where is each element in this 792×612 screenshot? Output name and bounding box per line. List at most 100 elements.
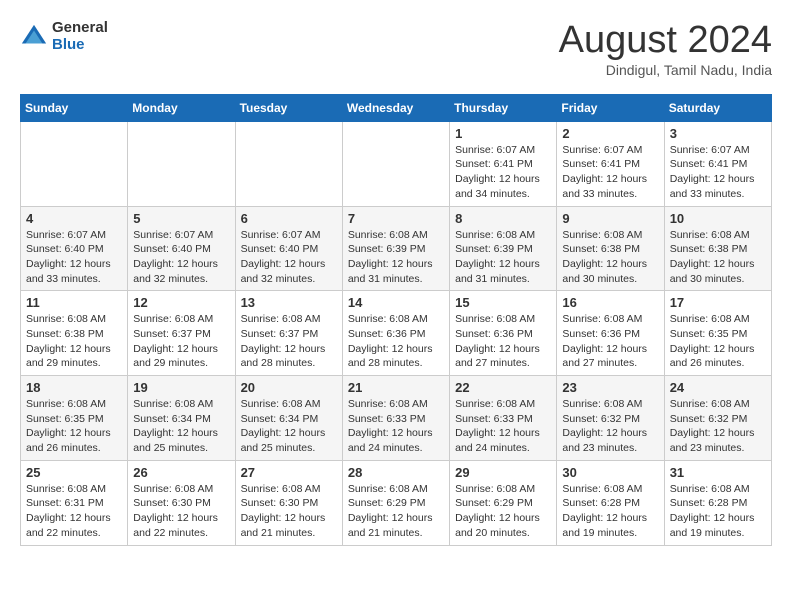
day-number: 13 <box>241 295 337 310</box>
calendar-header-row: SundayMondayTuesdayWednesdayThursdayFrid… <box>21 94 772 121</box>
month-title: August 2024 <box>559 20 772 62</box>
day-info: Sunrise: 6:08 AM Sunset: 6:29 PM Dayligh… <box>455 482 551 541</box>
day-number: 30 <box>562 465 658 480</box>
day-info: Sunrise: 6:07 AM Sunset: 6:41 PM Dayligh… <box>670 143 766 202</box>
calendar-cell: 24 Sunrise: 6:08 AM Sunset: 6:32 PM Dayli… <box>664 376 771 461</box>
day-info: Sunrise: 6:07 AM Sunset: 6:41 PM Dayligh… <box>562 143 658 202</box>
calendar-cell: 17Sunrise: 6:08 AM Sunset: 6:35 PM Dayli… <box>664 291 771 376</box>
day-info: Sunrise: 6:08 AM Sunset: 6:38 PM Dayligh… <box>26 312 122 371</box>
day-info: Sunrise: 6:08 AM Sunset: 6:34 PM Dayligh… <box>241 397 337 456</box>
day-number: 24 <box>670 380 766 395</box>
day-info: Sunrise: 6:08 AM Sunset: 6:30 PM Dayligh… <box>241 482 337 541</box>
day-info: Sunrise: 6:07 AM Sunset: 6:40 PM Dayligh… <box>241 228 337 287</box>
day-number: 15 <box>455 295 551 310</box>
day-number: 7 <box>348 211 444 226</box>
calendar-week-row-5: 25 Sunrise: 6:08 AM Sunset: 6:31 PM Dayli… <box>21 460 772 545</box>
day-info: Sunrise: 6:08 AM Sunset: 6:36 PM Dayligh… <box>455 312 551 371</box>
calendar-header-saturday: Saturday <box>664 94 771 121</box>
day-number: 9 <box>562 211 658 226</box>
calendar-cell: 11 Sunrise: 6:08 AM Sunset: 6:38 PM Dayli… <box>21 291 128 376</box>
day-info: Sunrise: 6:08 AM Sunset: 6:32 PM Dayligh… <box>562 397 658 456</box>
day-info: Sunrise: 6:08 AM Sunset: 6:38 PM Dayligh… <box>562 228 658 287</box>
day-number: 4 <box>26 211 122 226</box>
day-info: Sunrise: 6:08 AM Sunset: 6:31 PM Dayligh… <box>26 482 122 541</box>
calendar-cell: 10 Sunrise: 6:08 AM Sunset: 6:38 PM Dayli… <box>664 206 771 291</box>
calendar-header-monday: Monday <box>128 94 235 121</box>
calendar-week-row-3: 11 Sunrise: 6:08 AM Sunset: 6:38 PM Dayli… <box>21 291 772 376</box>
day-info: Sunrise: 6:08 AM Sunset: 6:35 PM Dayligh… <box>26 397 122 456</box>
day-info: Sunrise: 6:08 AM Sunset: 6:32 PM Dayligh… <box>670 397 766 456</box>
day-number: 26 <box>133 465 229 480</box>
calendar-week-row-2: 4 Sunrise: 6:07 AM Sunset: 6:40 PM Daylig… <box>21 206 772 291</box>
day-info: Sunrise: 6:08 AM Sunset: 6:28 PM Dayligh… <box>670 482 766 541</box>
calendar-cell: 4 Sunrise: 6:07 AM Sunset: 6:40 PM Daylig… <box>21 206 128 291</box>
day-number: 25 <box>26 465 122 480</box>
day-number: 2 <box>562 126 658 141</box>
calendar-table: SundayMondayTuesdayWednesdayThursdayFrid… <box>20 94 772 546</box>
calendar-cell: 27 Sunrise: 6:08 AM Sunset: 6:30 PM Dayli… <box>235 460 342 545</box>
day-number: 29 <box>455 465 551 480</box>
calendar-cell: 25 Sunrise: 6:08 AM Sunset: 6:31 PM Dayli… <box>21 460 128 545</box>
calendar-cell: 8 Sunrise: 6:08 AM Sunset: 6:39 PM Daylig… <box>450 206 557 291</box>
day-number: 21 <box>348 380 444 395</box>
calendar-cell <box>128 121 235 206</box>
day-number: 23 <box>562 380 658 395</box>
day-number: 12 <box>133 295 229 310</box>
logo-blue-text: Blue <box>52 37 108 54</box>
calendar-cell: 12 Sunrise: 6:08 AM Sunset: 6:37 PM Dayli… <box>128 291 235 376</box>
day-number: 14 <box>348 295 444 310</box>
calendar-cell: 22 Sunrise: 6:08 AM Sunset: 6:33 PM Dayli… <box>450 376 557 461</box>
calendar-cell: 21 Sunrise: 6:08 AM Sunset: 6:33 PM Dayli… <box>342 376 449 461</box>
calendar-cell: 6 Sunrise: 6:07 AM Sunset: 6:40 PM Daylig… <box>235 206 342 291</box>
calendar-cell: 9 Sunrise: 6:08 AM Sunset: 6:38 PM Daylig… <box>557 206 664 291</box>
calendar-cell: 1Sunrise: 6:07 AM Sunset: 6:41 PM Daylig… <box>450 121 557 206</box>
day-info: Sunrise: 6:08 AM Sunset: 6:30 PM Dayligh… <box>133 482 229 541</box>
calendar-header-wednesday: Wednesday <box>342 94 449 121</box>
calendar-cell: 28 Sunrise: 6:08 AM Sunset: 6:29 PM Dayli… <box>342 460 449 545</box>
calendar-cell: 7Sunrise: 6:08 AM Sunset: 6:39 PM Daylig… <box>342 206 449 291</box>
calendar-cell: 14 Sunrise: 6:08 AM Sunset: 6:36 PM Dayli… <box>342 291 449 376</box>
day-info: Sunrise: 6:07 AM Sunset: 6:40 PM Dayligh… <box>26 228 122 287</box>
day-info: Sunrise: 6:08 AM Sunset: 6:36 PM Dayligh… <box>562 312 658 371</box>
calendar-week-row-4: 18Sunrise: 6:08 AM Sunset: 6:35 PM Dayli… <box>21 376 772 461</box>
calendar-cell: 30 Sunrise: 6:08 AM Sunset: 6:28 PM Dayli… <box>557 460 664 545</box>
day-info: Sunrise: 6:08 AM Sunset: 6:38 PM Dayligh… <box>670 228 766 287</box>
day-info: Sunrise: 6:08 AM Sunset: 6:33 PM Dayligh… <box>455 397 551 456</box>
calendar-cell: 20Sunrise: 6:08 AM Sunset: 6:34 PM Dayli… <box>235 376 342 461</box>
title-section: August 2024 Dindigul, Tamil Nadu, India <box>559 20 772 78</box>
calendar-cell: 2 Sunrise: 6:07 AM Sunset: 6:41 PM Daylig… <box>557 121 664 206</box>
day-info: Sunrise: 6:08 AM Sunset: 6:34 PM Dayligh… <box>133 397 229 456</box>
calendar-header-friday: Friday <box>557 94 664 121</box>
calendar-cell: 19 Sunrise: 6:08 AM Sunset: 6:34 PM Dayli… <box>128 376 235 461</box>
day-info: Sunrise: 6:08 AM Sunset: 6:39 PM Dayligh… <box>455 228 551 287</box>
day-number: 8 <box>455 211 551 226</box>
calendar-cell: 31 Sunrise: 6:08 AM Sunset: 6:28 PM Dayli… <box>664 460 771 545</box>
day-number: 6 <box>241 211 337 226</box>
calendar-cell: 23 Sunrise: 6:08 AM Sunset: 6:32 PM Dayli… <box>557 376 664 461</box>
day-info: Sunrise: 6:08 AM Sunset: 6:29 PM Dayligh… <box>348 482 444 541</box>
day-number: 5 <box>133 211 229 226</box>
day-info: Sunrise: 6:08 AM Sunset: 6:37 PM Dayligh… <box>133 312 229 371</box>
calendar-cell: 15 Sunrise: 6:08 AM Sunset: 6:36 PM Dayli… <box>450 291 557 376</box>
calendar-week-row-1: 1Sunrise: 6:07 AM Sunset: 6:41 PM Daylig… <box>21 121 772 206</box>
day-number: 27 <box>241 465 337 480</box>
day-number: 10 <box>670 211 766 226</box>
day-number: 31 <box>670 465 766 480</box>
calendar-cell: 3Sunrise: 6:07 AM Sunset: 6:41 PM Daylig… <box>664 121 771 206</box>
day-info: Sunrise: 6:07 AM Sunset: 6:40 PM Dayligh… <box>133 228 229 287</box>
day-info: Sunrise: 6:08 AM Sunset: 6:33 PM Dayligh… <box>348 397 444 456</box>
day-number: 22 <box>455 380 551 395</box>
logo-text: General Blue <box>52 20 108 53</box>
calendar-cell <box>235 121 342 206</box>
day-info: Sunrise: 6:08 AM Sunset: 6:28 PM Dayligh… <box>562 482 658 541</box>
calendar-cell <box>342 121 449 206</box>
page-header: General Blue August 2024 Dindigul, Tamil… <box>20 20 772 78</box>
calendar-cell: 16Sunrise: 6:08 AM Sunset: 6:36 PM Dayli… <box>557 291 664 376</box>
day-info: Sunrise: 6:08 AM Sunset: 6:36 PM Dayligh… <box>348 312 444 371</box>
logo-icon <box>20 23 48 51</box>
day-number: 28 <box>348 465 444 480</box>
day-number: 11 <box>26 295 122 310</box>
day-number: 19 <box>133 380 229 395</box>
day-number: 17 <box>670 295 766 310</box>
day-info: Sunrise: 6:08 AM Sunset: 6:37 PM Dayligh… <box>241 312 337 371</box>
